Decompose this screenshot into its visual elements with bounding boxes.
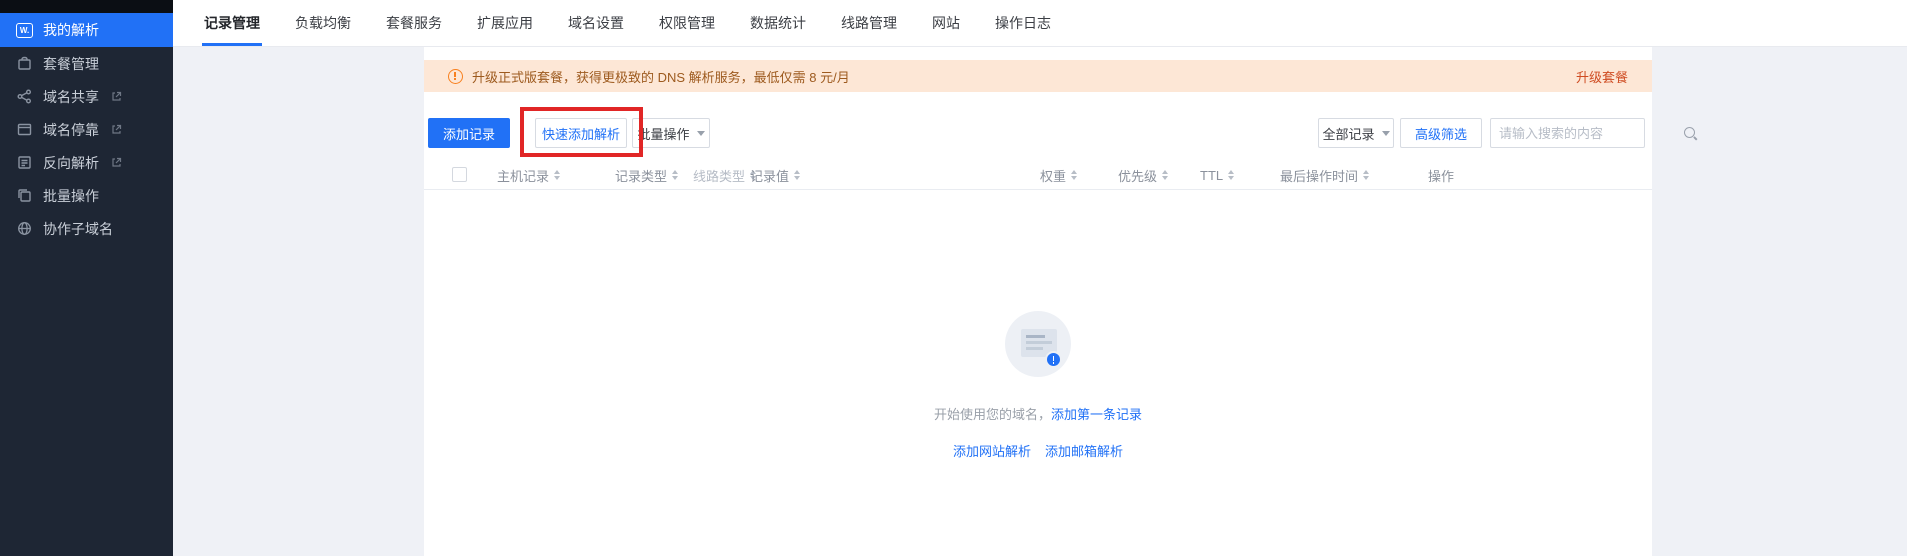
column-header-record-value: 记录值 [750,160,800,190]
column-header-host: 主机记录 [497,160,560,190]
column-header-last-modified: 最后操作时间 [1280,160,1369,190]
column-header-actions: 操作 [1428,160,1454,190]
sort-icon[interactable] [794,170,800,180]
upgrade-banner-text: 升级正式版套餐，获得更极致的 DNS 解析服务，最低仅需 8 元/月 [472,67,850,86]
sidebar-item-plan-management[interactable]: 套餐管理 [0,47,173,80]
sort-icon[interactable] [1162,170,1168,180]
sidebar-item-collaborative-subdomains[interactable]: 协作子域名 [0,212,173,245]
sidebar-item-domain-sharing[interactable]: 域名共享 [0,80,173,113]
table-header-row: 主机记录 记录类型 线路类型 记录值 [424,160,1652,190]
tab-record-management[interactable]: 记录管理 [204,0,260,46]
empty-state-message: 开始使用您的域名，添加第一条记录 [424,404,1652,423]
column-header-record-type: 记录类型 [615,160,678,190]
sidebar-item-label: 我的解析 [43,20,99,40]
column-header-priority: 优先级 [1118,160,1168,190]
upgrade-banner: 升级正式版套餐，获得更极致的 DNS 解析服务，最低仅需 8 元/月 升级套餐 [424,60,1652,92]
sidebar-item-label: 反向解析 [43,153,99,173]
w-badge-icon: W. [16,22,33,39]
add-record-button[interactable]: 添加记录 [428,118,510,148]
advanced-filter-button[interactable]: 高级筛选 [1400,118,1482,148]
search-input[interactable] [1491,119,1683,147]
batch-operations-dropdown[interactable]: 批量操作 [632,118,710,148]
sort-icon[interactable] [554,170,560,180]
column-header-ttl: TTL [1200,160,1234,190]
content-area: 升级正式版套餐，获得更极致的 DNS 解析服务，最低仅需 8 元/月 升级套餐 … [173,47,1907,556]
tab-bar: 记录管理 负载均衡 套餐服务 扩展应用 域名设置 权限管理 数据统计 线路管理 … [173,0,1907,47]
tab-operation-log[interactable]: 操作日志 [995,0,1051,46]
sidebar-item-label: 协作子域名 [43,219,113,239]
sidebar-item-my-dns[interactable]: W. 我的解析 [0,13,173,47]
sidebar-item-label: 批量操作 [43,186,99,206]
warning-circle-icon [448,69,463,84]
select-all-checkbox[interactable] [452,167,467,182]
external-link-icon [111,157,122,168]
external-link-icon [111,91,122,102]
sidebar-item-label: 套餐管理 [43,54,99,74]
sort-icon[interactable] [1071,170,1077,180]
column-header-weight: 权重 [1040,160,1077,190]
app-window: W. 我的解析 套餐管理 域名共享 [0,0,1907,556]
empty-records-icon [1005,311,1071,377]
browser-icon [16,121,33,138]
tab-line-management[interactable]: 线路管理 [841,0,897,46]
sidebar-item-label: 域名共享 [43,87,99,107]
bag-icon [16,55,33,72]
doc-icon [16,154,33,171]
sidebar-top-strip [0,0,173,13]
sidebar: W. 我的解析 套餐管理 域名共享 [0,0,173,556]
chevron-down-icon [1382,131,1390,136]
sidebar-item-batch-operations[interactable]: 批量操作 [0,179,173,212]
tab-statistics[interactable]: 数据统计 [750,0,806,46]
copy-icon [16,187,33,204]
add-mail-dns-link[interactable]: 添加邮箱解析 [1045,444,1123,459]
record-filter-dropdown[interactable]: 全部记录 [1318,118,1394,148]
add-first-record-link[interactable]: 添加第一条记录 [1051,407,1142,422]
tab-permissions[interactable]: 权限管理 [659,0,715,46]
add-website-dns-link[interactable]: 添加网站解析 [953,444,1031,459]
tab-plan-service[interactable]: 套餐服务 [386,0,442,46]
upgrade-plan-link[interactable]: 升级套餐 [1576,67,1628,86]
sidebar-item-domain-parking[interactable]: 域名停靠 [0,113,173,146]
main-area: 记录管理 负载均衡 套餐服务 扩展应用 域名设置 权限管理 数据统计 线路管理 … [173,0,1907,556]
sidebar-item-reverse-dns[interactable]: 反向解析 [0,146,173,179]
empty-state: 开始使用您的域名，添加第一条记录 添加网站解析添加邮箱解析 [424,311,1652,460]
tab-website[interactable]: 网站 [932,0,960,46]
column-header-line-type: 线路类型 [693,160,756,190]
search-box [1490,118,1645,148]
tab-domain-settings[interactable]: 域名设置 [568,0,624,46]
sort-icon[interactable] [1228,170,1234,180]
chevron-down-icon [697,131,705,136]
exclamation-badge-icon [1045,351,1062,368]
sort-icon[interactable] [1363,170,1369,180]
external-link-icon [111,124,122,135]
tab-load-balancing[interactable]: 负载均衡 [295,0,351,46]
tab-extensions[interactable]: 扩展应用 [477,0,533,46]
search-icon[interactable] [1683,126,1698,141]
globe-icon [16,220,33,237]
empty-state-quick-links: 添加网站解析添加邮箱解析 [424,441,1652,460]
record-panel: 升级正式版套餐，获得更极致的 DNS 解析服务，最低仅需 8 元/月 升级套餐 … [424,47,1652,556]
sort-icon[interactable] [672,170,678,180]
share-icon [16,88,33,105]
sidebar-item-label: 域名停靠 [43,120,99,140]
quick-add-dns-button[interactable]: 快速添加解析 [535,118,627,148]
